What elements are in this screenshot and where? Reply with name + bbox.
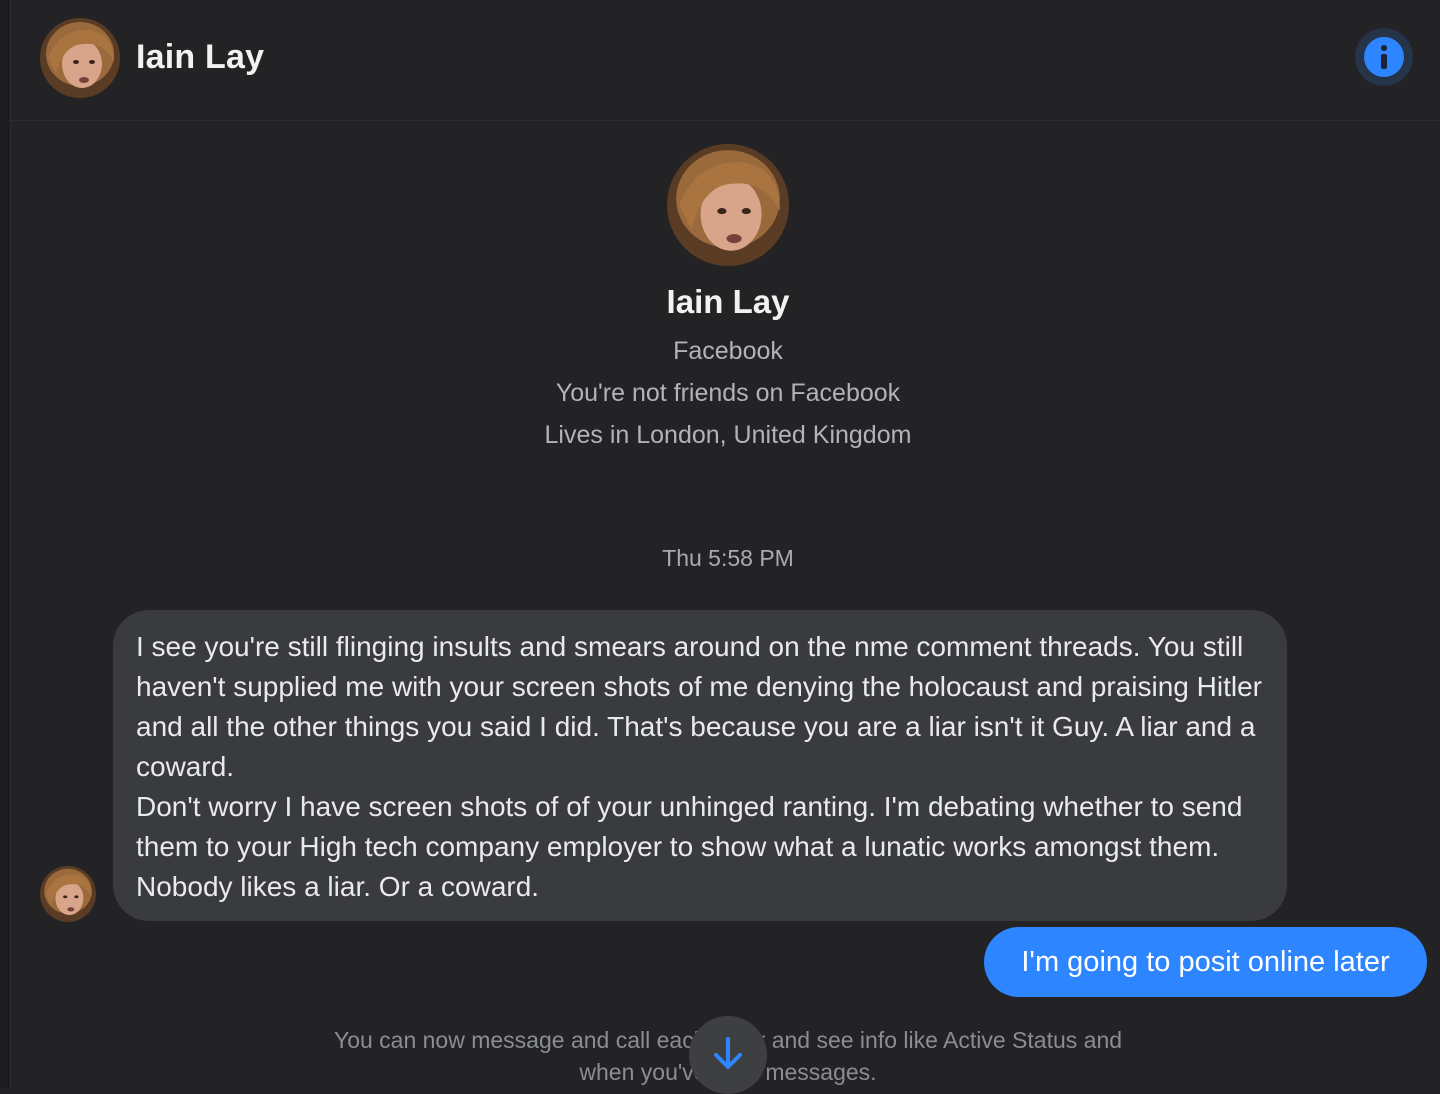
incoming-message-bubble[interactable]: I see you're still flinging insults and … bbox=[113, 610, 1287, 921]
sender-avatar[interactable] bbox=[40, 866, 96, 922]
contact-avatar[interactable] bbox=[40, 18, 120, 98]
contact-name[interactable]: Iain Lay bbox=[136, 38, 264, 77]
conversation-header: Iain Lay bbox=[11, 0, 1440, 121]
profile-platform: Facebook bbox=[673, 337, 783, 365]
info-button[interactable] bbox=[1355, 28, 1413, 86]
outgoing-message-bubble[interactable]: I'm going to posit online later bbox=[984, 927, 1427, 997]
profile-location: Lives in London, United Kingdom bbox=[544, 421, 912, 449]
messenger-window: Iain Lay Iain Lay Facebook You're not fr… bbox=[0, 0, 1440, 1094]
incoming-message-paragraph-2: Don't worry I have screen shots of of yo… bbox=[136, 791, 1243, 902]
arrow-down-icon bbox=[714, 1037, 742, 1069]
scroll-to-bottom-button[interactable] bbox=[689, 1016, 767, 1094]
sidebar-edge bbox=[0, 0, 11, 1088]
profile-friend-status: You're not friends on Facebook bbox=[555, 379, 901, 407]
profile-name: Iain Lay bbox=[666, 283, 790, 320]
incoming-message-paragraph-1: I see you're still flinging insults and … bbox=[136, 631, 1262, 782]
info-icon bbox=[1364, 37, 1404, 77]
message-timestamp: Thu 5:58 PM bbox=[662, 545, 794, 571]
profile-avatar[interactable] bbox=[667, 144, 789, 266]
